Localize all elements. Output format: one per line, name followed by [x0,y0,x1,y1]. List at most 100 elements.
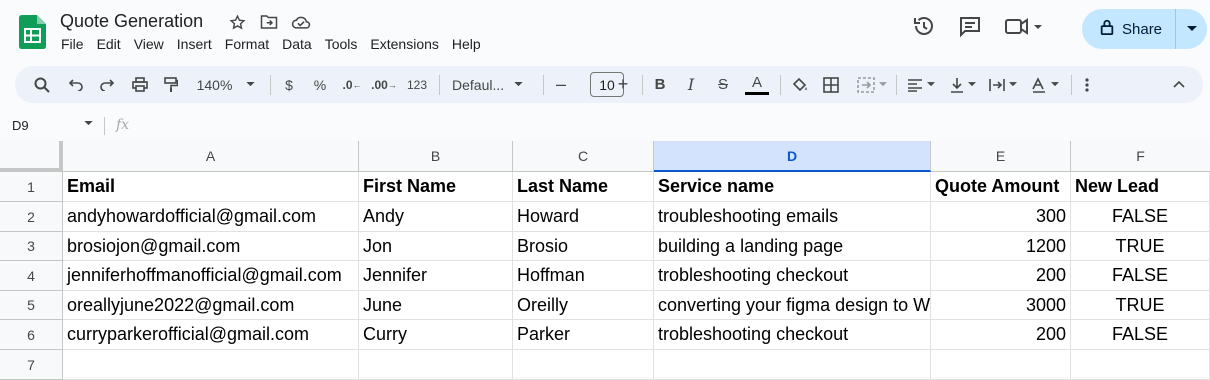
font-select[interactable]: Defaul... [452,66,530,103]
merge-cells-icon[interactable] [853,66,891,103]
cell-c2[interactable]: Howard [513,202,654,232]
cell-e3[interactable]: 1200 [931,232,1071,261]
cell-f5[interactable]: TRUE [1071,291,1210,320]
search-menus-icon[interactable] [31,66,53,103]
cell-a5[interactable]: oreallyjune2022@gmail.com [63,291,359,320]
sheets-logo-icon[interactable] [19,15,46,49]
print-icon[interactable] [129,66,151,103]
menu-edit[interactable]: Edit [97,36,129,52]
cell-b3[interactable]: Jon [359,232,513,261]
text-rotation-icon[interactable] [1027,66,1063,103]
column-header-b[interactable]: B [359,141,513,172]
text-color-button[interactable]: A [744,66,770,103]
share-dropdown-button[interactable] [1176,26,1207,32]
version-history-icon[interactable] [912,14,936,38]
increase-decimal-button[interactable]: .00 → [371,66,397,103]
collapse-toolbar-icon[interactable] [1169,66,1189,103]
row-header-6[interactable]: 6 [0,320,63,350]
cell-f3[interactable]: TRUE [1071,232,1210,261]
comments-icon[interactable] [958,14,982,38]
cloud-status-icon[interactable] [290,11,312,33]
cell-c7[interactable] [513,350,654,380]
cell-b7[interactable] [359,350,513,380]
cell-a2[interactable]: andyhowardofficial@gmail.com [63,202,359,232]
cell-c5[interactable]: Oreilly [513,291,654,320]
decrease-font-size-button[interactable]: – [553,66,569,103]
cell-f6[interactable]: FALSE [1071,320,1210,350]
row-header-4[interactable]: 4 [0,261,63,291]
document-title[interactable]: Quote Generation [60,11,203,32]
cell-a4[interactable]: jenniferhoffmanofficial@gmail.com [63,261,359,291]
format-percent-button[interactable]: % [310,66,330,103]
row-header-3[interactable]: 3 [0,232,63,261]
cell-f2[interactable]: FALSE [1071,202,1210,232]
row-header-5[interactable]: 5 [0,291,63,320]
cell-b6[interactable]: Curry [359,320,513,350]
horizontal-align-icon[interactable] [903,66,939,103]
menu-extensions[interactable]: Extensions [370,36,446,52]
cell-a6[interactable]: curryparkerofficial@gmail.com [63,320,359,350]
decrease-decimal-button[interactable]: .0 ← [340,66,364,103]
cell-d5[interactable]: converting your figma design to W [654,291,931,320]
strikethrough-button[interactable]: S [714,66,732,103]
cell-c4[interactable]: Hoffman [513,261,654,291]
vertical-align-icon[interactable] [945,66,981,103]
increase-font-size-button[interactable]: + [614,66,632,103]
format-currency-button[interactable]: $ [279,66,299,103]
cell-b2[interactable]: Andy [359,202,513,232]
cell-a3[interactable]: brosiojon@gmail.com [63,232,359,261]
cell-e7[interactable] [931,350,1071,380]
undo-icon[interactable] [65,66,87,103]
cell-d3[interactable]: building a landing page [654,232,931,261]
menu-data[interactable]: Data [282,36,320,52]
text-wrapping-icon[interactable] [985,66,1021,103]
column-header-a[interactable]: A [63,141,359,172]
move-folder-icon[interactable] [258,11,280,33]
cell-e1[interactable]: Quote Amount [931,172,1071,202]
share-button[interactable]: Share [1082,9,1176,49]
cell-d7[interactable] [654,350,931,380]
formula-input[interactable] [145,116,1195,136]
bold-button[interactable]: B [652,66,668,103]
cell-c1[interactable]: Last Name [513,172,654,202]
row-header-2[interactable]: 2 [0,202,63,232]
cell-c6[interactable]: Parker [513,320,654,350]
fill-color-icon[interactable] [789,66,811,103]
cell-f1[interactable]: New Lead [1071,172,1210,202]
column-header-e[interactable]: E [931,141,1071,172]
cell-a1[interactable]: Email [63,172,359,202]
zoom-select[interactable]: 140% [191,66,261,103]
meet-icon[interactable] [1004,14,1044,38]
column-header-d[interactable]: D [654,141,931,172]
star-icon[interactable] [226,11,248,33]
italic-button[interactable]: I [683,66,699,103]
cell-e5[interactable]: 3000 [931,291,1071,320]
menu-file[interactable]: File [61,36,92,52]
more-formats-button[interactable]: 123 [405,66,429,103]
menu-view[interactable]: View [134,36,172,52]
cell-c3[interactable]: Brosio [513,232,654,261]
redo-icon[interactable] [96,66,118,103]
menu-format[interactable]: Format [225,36,277,52]
menu-insert[interactable]: Insert [177,36,220,52]
menu-tools[interactable]: Tools [325,36,366,52]
menu-help[interactable]: Help [452,36,489,52]
paint-format-icon[interactable] [160,66,182,103]
cell-e6[interactable]: 200 [931,320,1071,350]
borders-icon[interactable] [821,66,841,103]
cell-f4[interactable]: FALSE [1071,261,1210,291]
cell-d2[interactable]: troubleshooting emails [654,202,931,232]
cell-d1[interactable]: Service name [654,172,931,202]
more-options-icon[interactable] [1079,66,1095,103]
cell-a7[interactable] [63,350,359,380]
cell-e4[interactable]: 200 [931,261,1071,291]
row-header-1[interactable]: 1 [0,172,63,202]
column-header-f[interactable]: F [1071,141,1210,172]
cell-e2[interactable]: 300 [931,202,1071,232]
cell-b4[interactable]: Jennifer [359,261,513,291]
cell-b1[interactable]: First Name [359,172,513,202]
select-all-corner[interactable] [0,141,63,172]
column-header-c[interactable]: C [513,141,654,172]
cell-b5[interactable]: June [359,291,513,320]
cell-d6[interactable]: trobleshooting checkout [654,320,931,350]
